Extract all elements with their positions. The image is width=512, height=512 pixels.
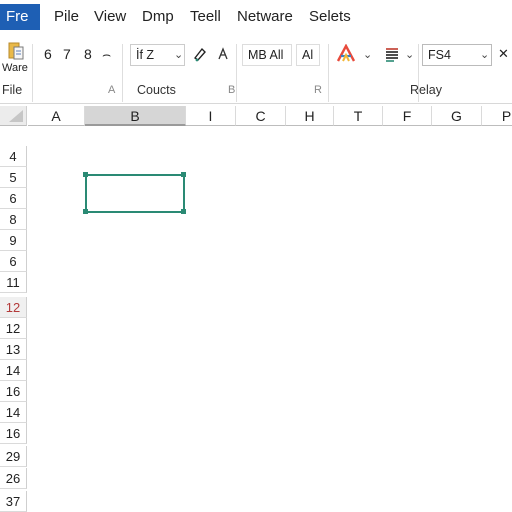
row-header[interactable]: 11	[0, 272, 27, 293]
tool-6[interactable]: 6	[44, 46, 52, 62]
column-header[interactable]: I	[186, 106, 236, 126]
row-header[interactable]: 6	[0, 188, 27, 209]
row-header[interactable]: 8	[0, 209, 27, 230]
paste-label[interactable]: Ware	[2, 62, 28, 74]
row-header-selected[interactable]: 12	[0, 297, 27, 318]
tool-7[interactable]: 7	[63, 46, 71, 62]
row-header[interactable]: 13	[0, 339, 27, 360]
group-label-relay: Relay	[410, 83, 442, 97]
row-header[interactable]: 16	[0, 381, 27, 402]
ribbon-separator	[236, 44, 237, 102]
column-header[interactable]: P	[482, 106, 512, 126]
font-select-value: İf Z	[136, 48, 155, 62]
group-label-file: File	[2, 83, 23, 97]
column-header[interactable]: H	[286, 106, 334, 126]
menu-bar: Fre Pile View Dmp Teell Netware Selets	[0, 0, 512, 34]
row-header[interactable]: 14	[0, 360, 27, 381]
selection-fill-handle[interactable]	[181, 209, 186, 214]
group-label-r: R	[314, 84, 322, 96]
selection-handle[interactable]	[83, 209, 88, 214]
tool-8[interactable]: 8	[84, 46, 92, 62]
al-select[interactable]: Al	[296, 44, 320, 66]
chevron-down-icon[interactable]: ⌄	[405, 48, 414, 61]
row-header[interactable]: 4	[0, 146, 27, 167]
selected-cell[interactable]	[85, 174, 185, 213]
close-icon[interactable]: ✕	[498, 46, 509, 62]
row-header[interactable]: 29	[0, 446, 27, 467]
menu-dmp[interactable]: Dmp	[142, 8, 174, 25]
ribbon-separator	[328, 44, 329, 102]
menu-netware[interactable]: Netware	[237, 8, 293, 25]
row-header[interactable]: 6	[0, 251, 27, 272]
group-label-a: A	[108, 84, 116, 96]
row-header[interactable]: 16	[0, 423, 27, 444]
mb-all-select[interactable]: MB All	[242, 44, 292, 66]
menu-pile[interactable]: Pile	[54, 8, 79, 25]
chevron-down-icon[interactable]: ⌄	[363, 48, 372, 61]
select-all-corner[interactable]	[0, 106, 27, 126]
menu-view[interactable]: View	[94, 8, 126, 25]
mb-all-value: MB All	[248, 48, 284, 62]
column-header[interactable]: T	[334, 106, 383, 126]
paste-icon[interactable]	[8, 40, 24, 60]
column-header[interactable]: C	[236, 106, 286, 126]
selection-handle[interactable]	[83, 172, 88, 177]
menu-file-tab[interactable]: Fre	[0, 4, 40, 30]
column-header[interactable]: A	[28, 106, 85, 126]
group-label-counts: Coucts	[137, 83, 176, 97]
ribbon-separator	[32, 44, 33, 102]
ribbon-separator	[122, 44, 123, 102]
al-value: Al	[302, 48, 314, 62]
list-format-icon[interactable]	[384, 46, 400, 65]
font-size-icon[interactable]	[216, 46, 230, 65]
fs-select-value: FS4	[428, 48, 451, 62]
column-header[interactable]: F	[383, 106, 432, 126]
column-header-selected[interactable]: B	[85, 106, 186, 126]
group-label-b: B	[228, 84, 236, 96]
highlighter-icon[interactable]	[193, 46, 207, 65]
selection-handle[interactable]	[181, 172, 186, 177]
row-header[interactable]: 26	[0, 468, 27, 489]
color-fill-icon[interactable]	[336, 43, 356, 67]
row-header[interactable]: 37	[0, 491, 27, 512]
row-header[interactable]: 12	[0, 318, 27, 339]
row-header[interactable]: 9	[0, 230, 27, 251]
chevron-down-icon[interactable]: ⌄	[174, 48, 183, 61]
chevron-down-icon[interactable]: ⌄	[480, 48, 489, 61]
tool-curve[interactable]: ⌢	[102, 46, 111, 63]
row-header[interactable]: 5	[0, 167, 27, 188]
row-header[interactable]: 14	[0, 402, 27, 423]
ribbon: Ware 6 7 8 ⌢ İf Z ⌄ MB All Al ⌄ ⌄ FS4 ⌄…	[0, 34, 512, 104]
menu-selets[interactable]: Selets	[309, 8, 351, 25]
column-header[interactable]: G	[432, 106, 482, 126]
menu-teell[interactable]: Teell	[190, 8, 221, 25]
